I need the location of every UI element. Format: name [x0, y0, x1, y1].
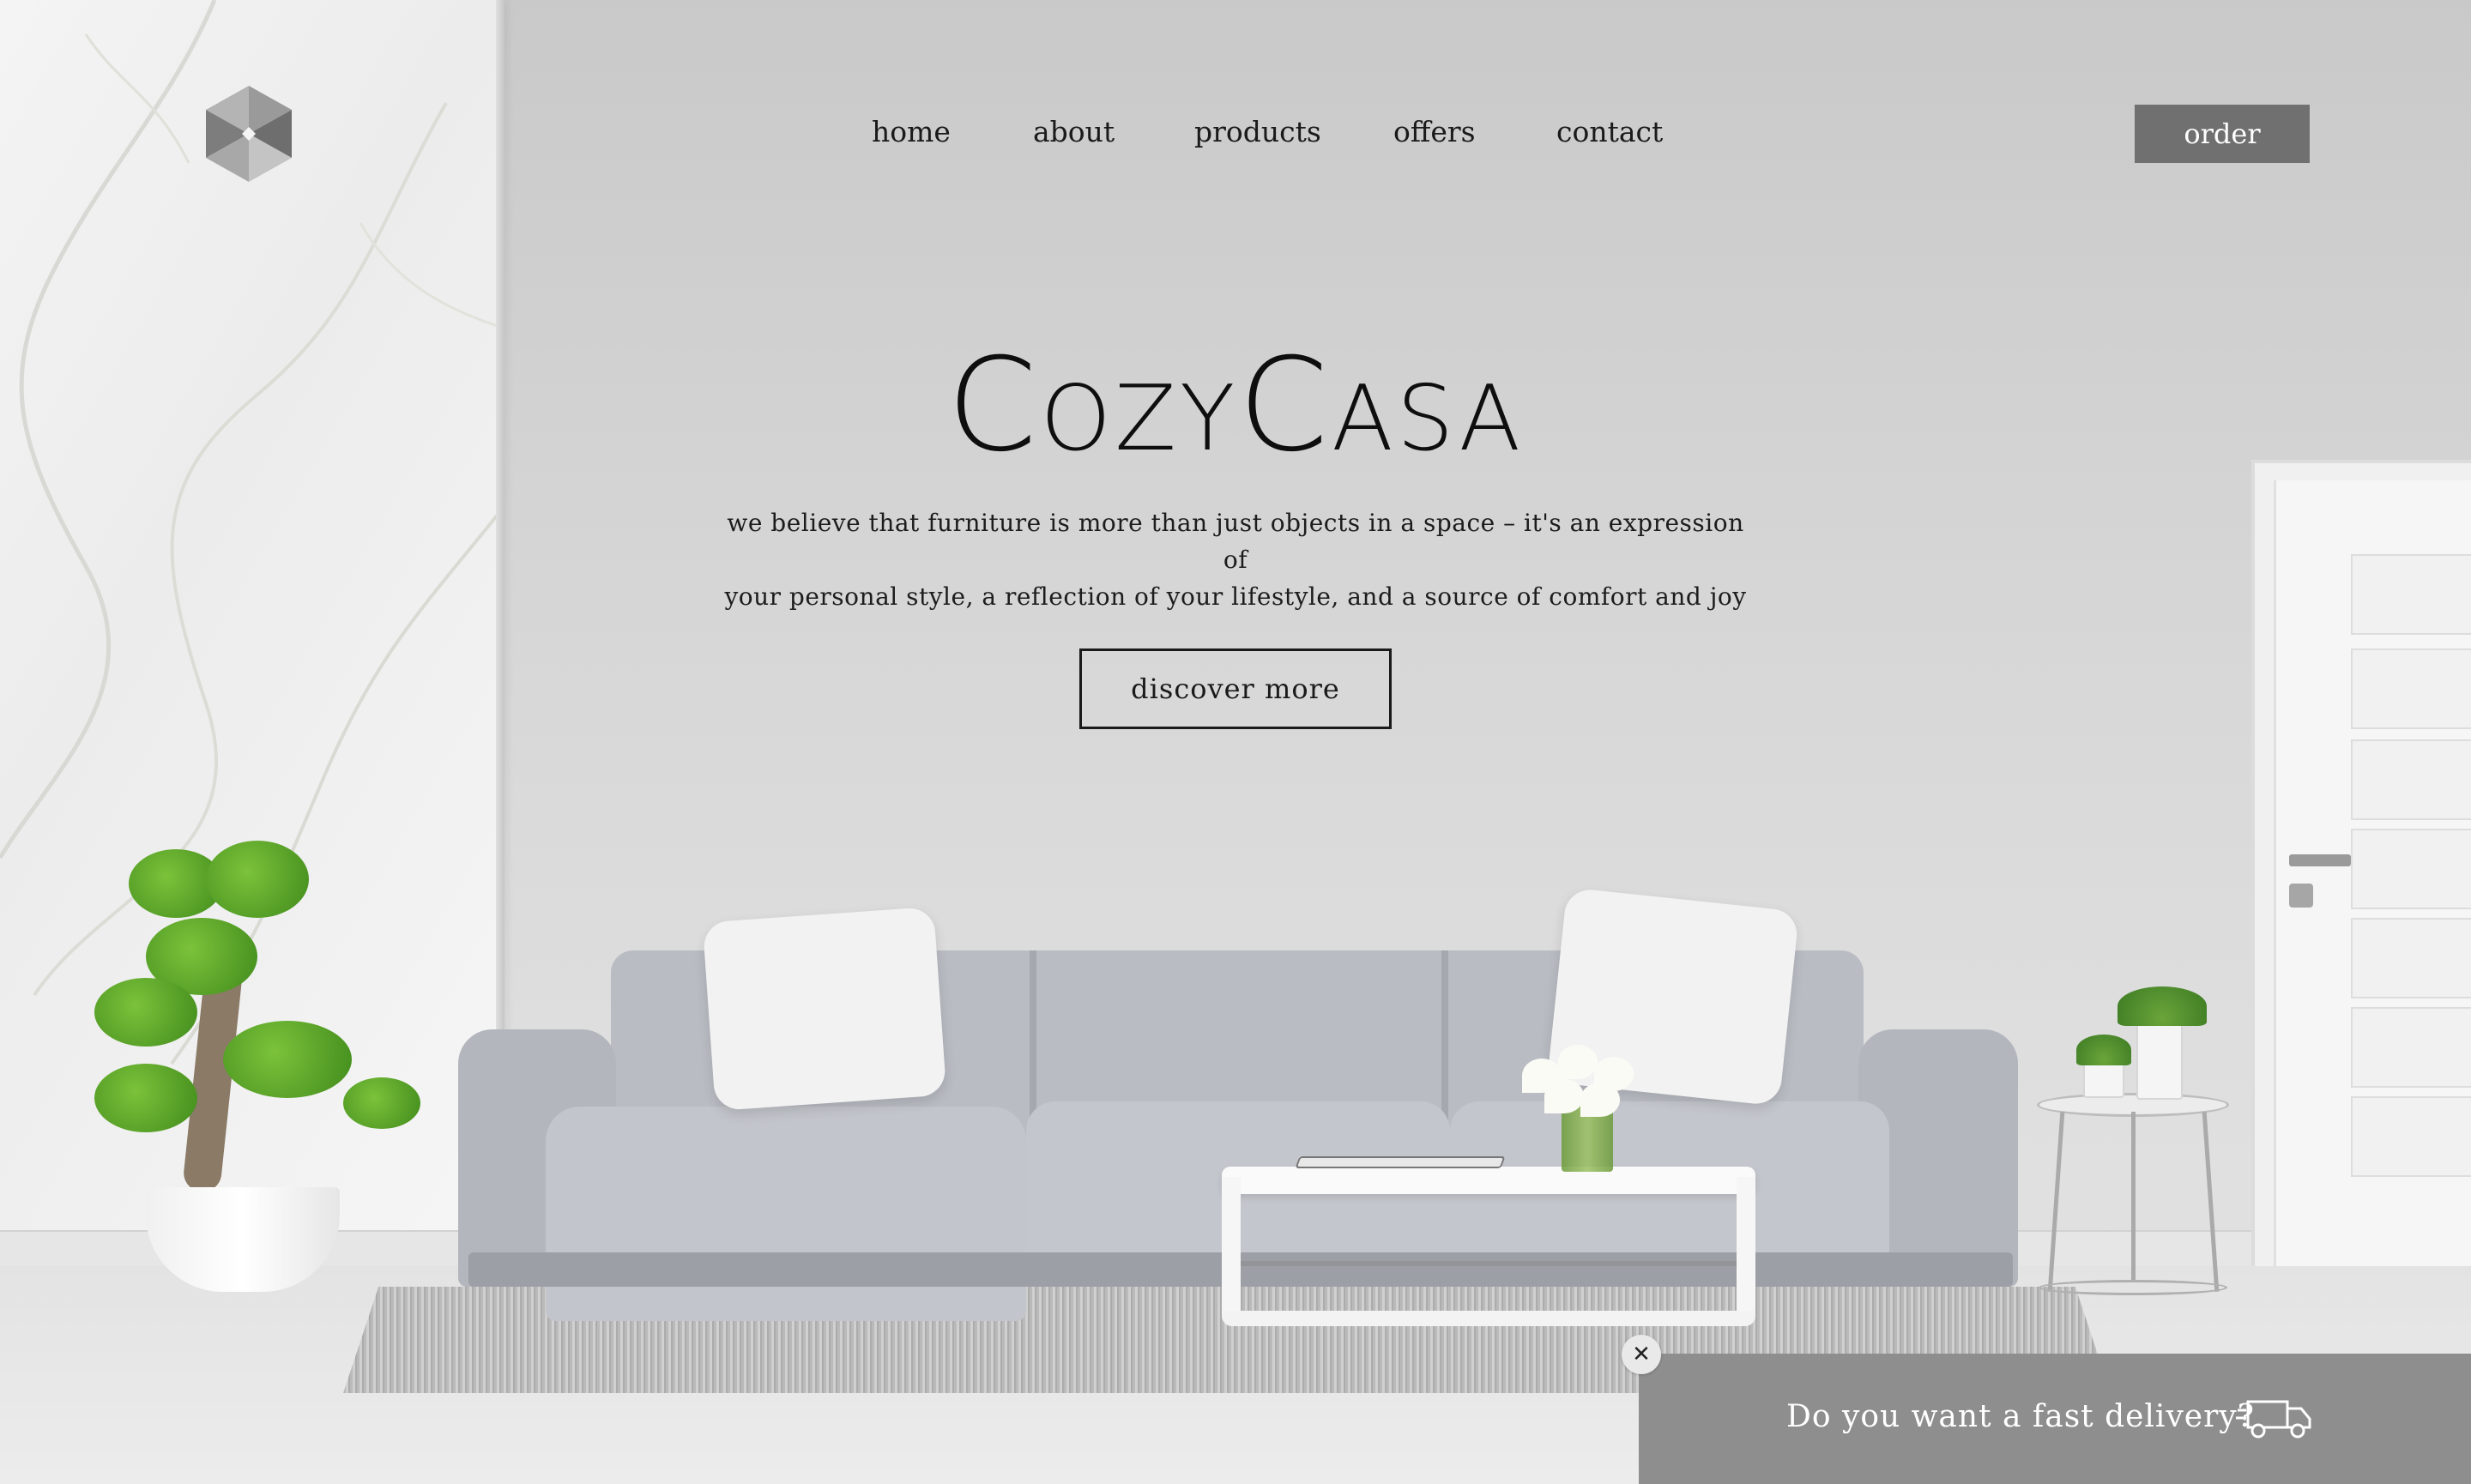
delivery-text: Do you want a fast delivery?	[1786, 1399, 2255, 1434]
flower	[1544, 1079, 1584, 1113]
tagline-line: your personal style, a reflection of you…	[724, 582, 1747, 611]
pillow	[702, 906, 947, 1112]
tagline-line: we believe that furniture is more than j…	[727, 509, 1744, 574]
bonsai-leaves	[94, 1064, 197, 1132]
order-button[interactable]: order	[2135, 105, 2310, 163]
bonsai-leaves	[206, 841, 309, 918]
coffee-table-base	[1222, 1311, 1755, 1326]
door-panel	[2351, 739, 2471, 820]
flower	[1580, 1083, 1620, 1117]
side-table-leg	[2131, 1112, 2136, 1280]
nav-offers-link[interactable]: offers	[1393, 115, 1476, 149]
door-panel	[2351, 554, 2471, 635]
sofa-chaise	[546, 1107, 1026, 1321]
door-handle	[2289, 854, 2351, 866]
bonsai-leaves	[223, 1021, 352, 1098]
small-plant-pot	[2083, 1060, 2124, 1098]
brand-title: CozyCasa	[946, 331, 1525, 480]
hero-background-image	[0, 0, 2471, 1484]
flower	[1558, 1045, 1598, 1079]
door-panel	[2351, 918, 2471, 998]
delivery-banner[interactable]: Do you want a fast delivery?	[1639, 1354, 2471, 1484]
door-panel	[2351, 829, 2471, 909]
cube-logo-svg	[206, 86, 292, 182]
delivery-truck-icon	[2236, 1395, 2313, 1443]
discover-more-button[interactable]: discover more	[1079, 648, 1392, 729]
truck-svg	[2236, 1400, 2311, 1439]
magazine	[1295, 1156, 1506, 1168]
coffee-table-leg	[1222, 1177, 1241, 1323]
tagline: we believe that furniture is more than j…	[721, 504, 1750, 615]
nav-contact-link[interactable]: contact	[1556, 115, 1663, 149]
coffee-table-shelf	[1241, 1261, 1737, 1266]
succulent	[2076, 1035, 2131, 1065]
coffee-table	[1222, 1167, 1755, 1194]
bonsai-leaves	[343, 1077, 420, 1129]
nav-products-link[interactable]: products	[1194, 115, 1321, 149]
nav-about-link[interactable]: about	[1033, 115, 1115, 149]
bonsai-leaves	[94, 978, 197, 1047]
cube-logo-icon[interactable]	[204, 84, 293, 184]
side-table-ring	[2039, 1280, 2227, 1295]
coffee-table-leg	[1737, 1177, 1755, 1323]
door-lock	[2289, 884, 2313, 908]
nav-home-link[interactable]: home	[872, 115, 951, 149]
small-plant-pot	[2136, 1023, 2183, 1100]
door-panel	[2351, 1007, 2471, 1088]
close-icon[interactable]: ✕	[1622, 1335, 1661, 1374]
succulent	[2118, 986, 2207, 1026]
door-panel	[2351, 648, 2471, 729]
sofa-base	[468, 1252, 2013, 1287]
door-panel	[2351, 1096, 2471, 1177]
